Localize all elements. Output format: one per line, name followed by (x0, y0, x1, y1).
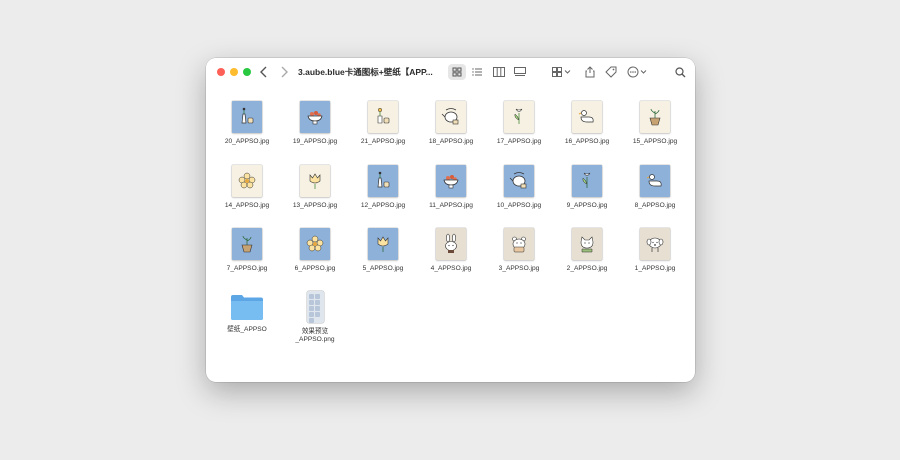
folder-icon (230, 293, 264, 321)
gallery-view-icon[interactable] (512, 64, 528, 80)
vase-icon (232, 101, 262, 133)
file-item[interactable]: 16_APPSO.jpg (553, 101, 621, 146)
file-name: 21_APPSO.jpg (360, 138, 406, 145)
file-item[interactable]: 17_APPSO.jpg (485, 101, 553, 146)
file-name: 2_APPSO.jpg (566, 265, 608, 272)
file-item[interactable]: 6_APPSO.jpg (281, 228, 349, 273)
file-item[interactable]: 15_APPSO.jpg (621, 101, 689, 146)
plant-pot-icon (232, 228, 262, 260)
tulip-icon (300, 165, 330, 197)
bear-icon (504, 228, 534, 260)
plant-pot-icon (640, 101, 670, 133)
file-item[interactable]: 21_APPSO.jpg (349, 101, 417, 146)
file-name: 19_APPSO.jpg (292, 138, 338, 145)
file-name: 7_APPSO.jpg (226, 265, 268, 272)
file-item[interactable]: 18_APPSO.jpg (417, 101, 485, 146)
tag-icon[interactable] (604, 64, 618, 80)
file-name: 效果预览 _APPSO.png (281, 328, 349, 344)
file-name: 18_APPSO.jpg (428, 138, 474, 145)
list-view-icon[interactable] (469, 64, 485, 80)
file-item[interactable]: 20_APPSO.jpg (213, 101, 281, 146)
vase-icon (368, 165, 398, 197)
file-name: 9_APPSO.jpg (566, 202, 608, 209)
group-icon[interactable] (551, 64, 573, 80)
file-name: 20_APPSO.jpg (224, 138, 270, 145)
file-name: 16_APPSO.jpg (564, 138, 610, 145)
traffic-lights (217, 68, 251, 76)
file-name: 10_APPSO.jpg (496, 202, 542, 209)
more-icon[interactable] (627, 64, 649, 80)
finder-toolbar: 3.aube.blue卡通图标+壁纸【APP... (206, 58, 695, 86)
folder-name: 壁纸_APPSO (227, 326, 267, 333)
file-item[interactable]: 1_APPSO.jpg (621, 228, 689, 273)
file-item[interactable]: 7_APPSO.jpg (213, 228, 281, 273)
file-name: 5_APPSO.jpg (362, 265, 404, 272)
file-name: 11_APPSO.jpg (429, 202, 473, 209)
finder-window: 3.aube.blue卡通图标+壁纸【APP... 20_APPSO.jpg 1… (206, 58, 695, 382)
file-name: 4_APPSO.jpg (430, 265, 472, 272)
file-name-line1: 效果预览 (301, 328, 329, 335)
file-item[interactable]: 4_APPSO.jpg (417, 228, 485, 273)
file-name: 12_APPSO.jpg (360, 202, 406, 209)
file-item[interactable]: 19_APPSO.jpg (281, 101, 349, 146)
teapot-icon (504, 165, 534, 197)
flower-cup-icon (368, 101, 398, 133)
duck-icon (572, 101, 602, 133)
forward-icon[interactable] (279, 64, 289, 80)
duck-icon (640, 165, 670, 197)
file-item[interactable]: 10_APPSO.jpg (485, 165, 553, 210)
phone-preview-icon (306, 291, 324, 323)
column-view-icon[interactable] (491, 64, 507, 80)
close-button[interactable] (217, 68, 225, 76)
minimize-button[interactable] (230, 68, 238, 76)
file-item[interactable]: 13_APPSO.jpg (281, 165, 349, 210)
teapot-icon (436, 101, 466, 133)
file-item[interactable]: 9_APPSO.jpg (553, 165, 621, 210)
file-name: 15_APPSO.jpg (632, 138, 678, 145)
file-item[interactable]: 效果预览 _APPSO.png (281, 291, 349, 344)
file-item[interactable]: 2_APPSO.jpg (553, 228, 621, 273)
rabbit-icon (436, 228, 466, 260)
tulip-icon (368, 228, 398, 260)
cat-icon (572, 228, 602, 260)
flower-icon (232, 165, 262, 197)
file-name: 14_APPSO.jpg (224, 202, 270, 209)
file-item[interactable]: 14_APPSO.jpg (213, 165, 281, 210)
icon-view-icon[interactable] (448, 64, 466, 80)
file-name-line2: _APPSO.png (295, 336, 335, 343)
file-name: 8_APPSO.jpg (634, 202, 676, 209)
file-name: 1_APPSO.jpg (634, 265, 676, 272)
file-item[interactable]: 11_APPSO.jpg (417, 165, 485, 210)
bowl-icon (300, 101, 330, 133)
file-item[interactable]: 5_APPSO.jpg (349, 228, 417, 273)
tulip-leaf-icon (504, 101, 534, 133)
folder-item[interactable]: 壁纸_APPSO (213, 291, 281, 334)
tulip-leaf-icon (572, 165, 602, 197)
back-icon[interactable] (259, 64, 269, 80)
file-item[interactable]: 3_APPSO.jpg (485, 228, 553, 273)
search-icon[interactable] (673, 64, 687, 80)
file-item[interactable]: 12_APPSO.jpg (349, 165, 417, 210)
file-name: 3_APPSO.jpg (498, 265, 540, 272)
file-item[interactable]: 8_APPSO.jpg (621, 165, 689, 210)
file-name: 6_APPSO.jpg (294, 265, 336, 272)
share-icon[interactable] (583, 64, 597, 80)
dog-icon (640, 228, 670, 260)
window-title: 3.aube.blue卡通图标+壁纸【APP... (298, 67, 433, 77)
file-name: 13_APPSO.jpg (292, 202, 338, 209)
file-name: 17_APPSO.jpg (496, 138, 542, 145)
zoom-button[interactable] (243, 68, 251, 76)
bowl-icon (436, 165, 466, 197)
flower-icon (300, 228, 330, 260)
